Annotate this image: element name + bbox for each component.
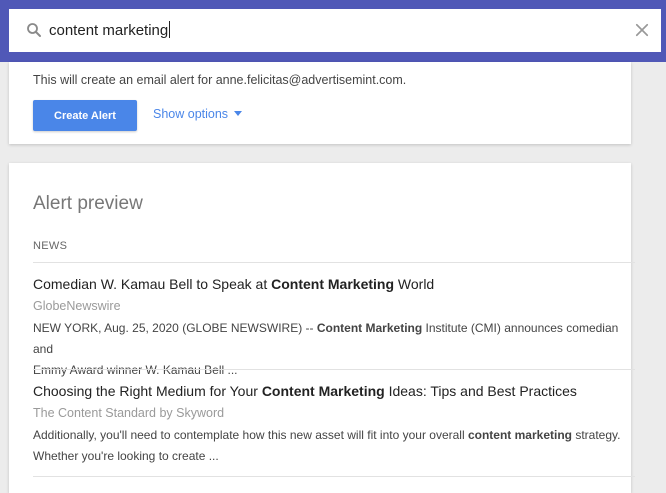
news-result-snippet: NEW YORK, Aug. 25, 2020 (GLOBE NEWSWIRE)…: [33, 318, 633, 381]
news-result-source: The Content Standard by Skyword: [33, 406, 225, 420]
snippet-text: NEW YORK, Aug. 25, 2020 (GLOBE NEWSWIRE)…: [33, 321, 317, 335]
search-input-value: content marketing: [49, 22, 169, 39]
news-result: Choosing the Right Medium for Your Conte…: [33, 382, 633, 467]
snippet-text: Whether you're looking to create ...: [33, 449, 219, 463]
show-options-link[interactable]: Show options: [153, 107, 243, 121]
snippet-text: Emmy Award winner W. Kamau Bell ...: [33, 363, 238, 377]
section-label-news: NEWS: [33, 240, 68, 252]
title-text: Comedian W. Kamau Bell to Speak at: [33, 276, 272, 292]
title-text: World: [394, 276, 435, 292]
news-result-title[interactable]: Choosing the Right Medium for Your Conte…: [33, 382, 633, 400]
preview-title: Alert preview: [33, 193, 143, 214]
create-alert-card: This will create an email alert for anne…: [9, 62, 631, 144]
search-header: content marketing: [0, 0, 666, 62]
search-input[interactable]: content marketing: [49, 20, 609, 42]
snippet-text: Additionally, you'll need to contemplate…: [33, 428, 468, 442]
snippet-text: strategy.: [571, 428, 621, 442]
title-text: Choosing the Right Medium for Your: [33, 383, 262, 399]
snippet-highlight: Content Marketing: [316, 321, 423, 335]
news-result-source: GlobeNewswire: [33, 299, 121, 313]
divider: [33, 369, 635, 370]
text-caret: [169, 21, 171, 38]
divider: [33, 262, 635, 263]
title-text: Ideas: Tips and Best Practices: [384, 383, 577, 399]
show-options-label: Show options: [153, 107, 229, 121]
news-result-snippet: Additionally, you'll need to contemplate…: [33, 425, 633, 467]
title-highlight: Content Marketing: [271, 276, 395, 292]
close-icon[interactable]: [633, 21, 651, 39]
alert-email-notice: This will create an email alert for anne…: [33, 73, 407, 87]
search-box[interactable]: content marketing: [9, 9, 661, 52]
caret-down-icon: [234, 111, 243, 116]
create-alert-button[interactable]: Create Alert: [33, 100, 137, 131]
search-icon: [27, 23, 41, 37]
news-result-title[interactable]: Comedian W. Kamau Bell to Speak at Conte…: [33, 275, 633, 293]
alert-preview-card: Alert preview NEWS Comedian W. Kamau Bel…: [9, 163, 635, 493]
news-result: Comedian W. Kamau Bell to Speak at Conte…: [33, 275, 633, 381]
snippet-highlight: content marketing: [467, 428, 572, 442]
title-highlight: Content Marketing: [261, 383, 385, 399]
divider: [33, 476, 635, 477]
